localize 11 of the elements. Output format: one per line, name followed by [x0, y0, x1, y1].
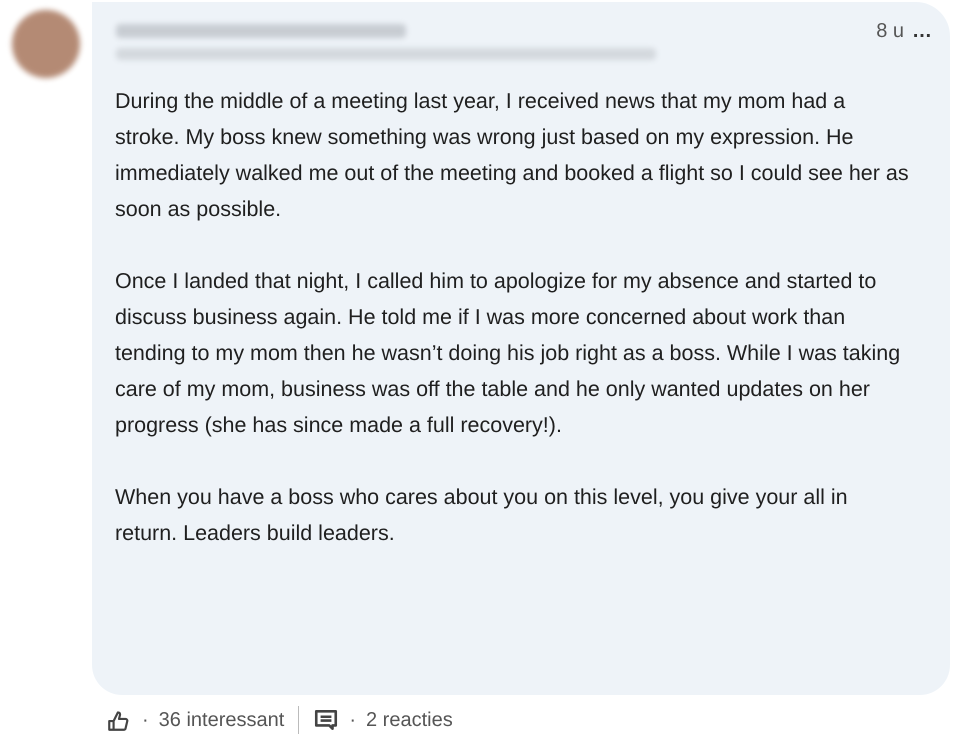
comment-paragraph: During the middle of a meeting last year, I received news that my mom had a stroke. My boss knew something was wrong just based on my expression. He immediately walked me out of the meeting and booked a flight so I could see her as soon as possible. — [115, 88, 910, 223]
separator-dot: · — [142, 708, 149, 733]
reactions-count-link[interactable]: 36 interessant — [158, 705, 284, 735]
timestamp: 8 u — [876, 19, 904, 44]
comment-icon[interactable] — [313, 707, 340, 733]
avatar[interactable] — [12, 10, 80, 78]
comment-paragraph: When you have a boss who cares about you on this level, you give your all in return. Leaders build leaders. — [115, 484, 849, 547]
more-options-button[interactable]: … — [912, 21, 932, 41]
comment-paragraph: Once I landed that night, I called him to apologize for my absence and started to discuss business again. He told me if I was more concerned about work than tending to my mom then he wasn’t doing his job right as a boss. While I was taking care of my mom, business was off the table and he only wanted updates on her progress (she has since made a full recovery!). — [115, 268, 902, 439]
comments-count-link[interactable]: 2 reacties — [366, 705, 453, 735]
separator-dot: · — [349, 708, 356, 733]
